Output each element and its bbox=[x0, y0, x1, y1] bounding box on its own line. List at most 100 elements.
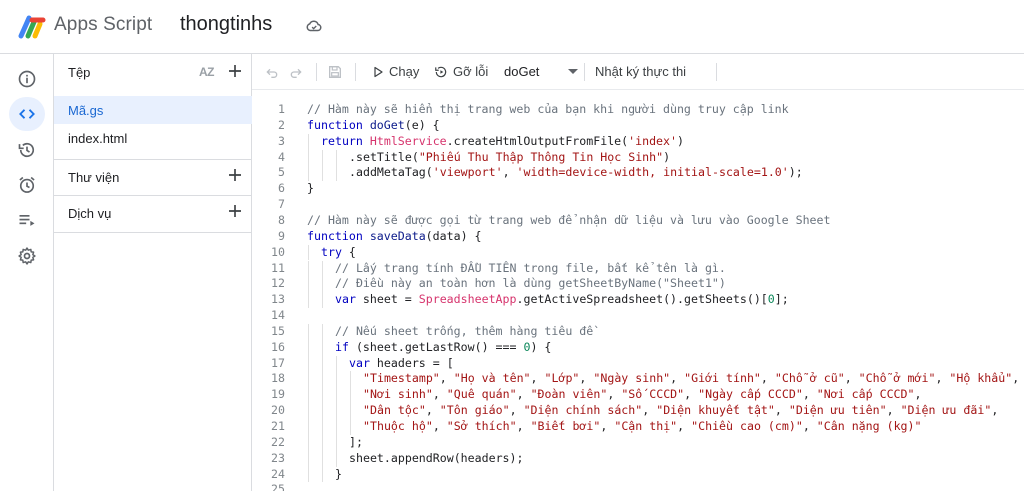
indent-guide bbox=[322, 371, 323, 388]
code-token: "Diện chính sách" bbox=[523, 403, 643, 418]
file-item-ma-gs[interactable]: Mã.gs bbox=[54, 96, 252, 124]
code-line[interactable]: 11 // Lấy trang tính ĐẦU TIÊN trong file,… bbox=[252, 260, 1024, 277]
indent-guide bbox=[308, 403, 309, 419]
code-token: 'width=device-width, initial-scale=1.0' bbox=[516, 165, 789, 180]
line-number: 18 bbox=[271, 371, 285, 386]
indent-guide bbox=[322, 292, 323, 309]
add-service-icon[interactable] bbox=[226, 202, 244, 220]
code-token: , bbox=[991, 403, 999, 418]
code-token: .getActiveSpreadsheet().getSheets()[ bbox=[516, 292, 768, 307]
line-code: try { bbox=[321, 245, 356, 261]
toolbar-separator bbox=[355, 63, 356, 81]
rail-overview-button[interactable] bbox=[9, 62, 45, 96]
execution-log-button[interactable]: Nhật ký thực thi bbox=[595, 64, 686, 79]
code-line[interactable]: 7 bbox=[252, 197, 1024, 213]
code-line[interactable]: 14 bbox=[252, 308, 1024, 324]
chevron-down-icon[interactable] bbox=[568, 69, 578, 74]
indent-guide bbox=[308, 276, 309, 293]
code-line[interactable]: 2 function doGet(e) { bbox=[252, 118, 1024, 134]
line-number: 1 bbox=[278, 102, 285, 116]
run-label: Chạy bbox=[389, 64, 420, 79]
sort-az-icon[interactable]: AZ bbox=[199, 65, 215, 79]
line-number: 20 bbox=[271, 403, 285, 418]
code-line[interactable]: 6} bbox=[252, 181, 1024, 197]
line-number: 25 bbox=[271, 482, 285, 491]
debug-button[interactable]: Gỡ lỗi bbox=[434, 64, 488, 79]
line-code: return HtmlService.createHtmlOutputFromF… bbox=[321, 134, 684, 150]
code-line[interactable]: 16 if (sheet.getLastRow() === 0) { bbox=[252, 339, 1024, 356]
indent-guide bbox=[336, 149, 337, 166]
save-icon[interactable] bbox=[327, 64, 343, 80]
code-line[interactable]: 10 try { bbox=[252, 244, 1024, 261]
code-editor[interactable]: 1 // Hàm này sẽ hiển thị trang web của bạ… bbox=[252, 90, 1024, 491]
code-line[interactable]: 18 "Timestamp", "Họ và tên", "Lớp", "Ngày… bbox=[252, 371, 1024, 388]
line-number: 5 bbox=[278, 165, 285, 180]
code-line[interactable]: 13 var sheet = SpreadsheetApp.getActiveSp… bbox=[252, 292, 1024, 309]
code-token: var bbox=[349, 355, 377, 370]
line-code: function doGet(e) { bbox=[307, 118, 440, 134]
rail-triggers-button[interactable] bbox=[9, 168, 45, 202]
rail-history-button[interactable] bbox=[9, 133, 45, 167]
code-token: , bbox=[935, 371, 950, 386]
indent-guide bbox=[308, 419, 309, 435]
rail-editor-button[interactable] bbox=[9, 97, 45, 131]
code-token: ) { bbox=[530, 339, 552, 354]
redo-icon[interactable] bbox=[288, 64, 304, 80]
code-line[interactable]: 17 var headers = [ bbox=[252, 355, 1024, 372]
indent-guide bbox=[336, 419, 337, 435]
line-code: var sheet = SpreadsheetApp.getActiveSpre… bbox=[335, 292, 789, 308]
code-line[interactable]: 25 bbox=[252, 482, 1024, 491]
app-name[interactable]: Apps Script bbox=[54, 14, 152, 36]
add-file-icon[interactable] bbox=[226, 62, 244, 80]
files-header-label: Tệp bbox=[68, 65, 91, 80]
code-line[interactable]: 15 // Nếu sheet trống, thêm hàng tiêu đề bbox=[252, 323, 1024, 340]
code-token: , bbox=[670, 371, 685, 386]
code-line[interactable]: 21 "Thuộc hộ", "Sở thích", "Biết bơi", "C… bbox=[252, 419, 1024, 435]
code-token: "Thuộc hộ" bbox=[363, 419, 433, 433]
code-token: { bbox=[341, 244, 356, 259]
project-name[interactable]: thongtinhs bbox=[180, 13, 272, 36]
add-library-icon[interactable] bbox=[226, 166, 244, 184]
toolbar-separator bbox=[316, 63, 317, 81]
code-token: doGet bbox=[369, 117, 405, 132]
code-token: , bbox=[1012, 371, 1020, 386]
line-code: if (sheet.getLastRow() === 0) { bbox=[335, 340, 551, 356]
rail-settings-button[interactable] bbox=[9, 239, 45, 273]
rail-executions-button[interactable] bbox=[9, 203, 45, 237]
file-item-index-html[interactable]: index.html bbox=[54, 124, 252, 152]
function-select[interactable]: doGet bbox=[504, 64, 539, 79]
code-line[interactable]: 12 // Điều này an toàn hơn là dùng getShe… bbox=[252, 276, 1024, 293]
undo-icon[interactable] bbox=[264, 64, 280, 80]
line-code: sheet.appendRow(headers); bbox=[349, 451, 524, 467]
code-line[interactable]: 1 // Hàm này sẽ hiển thị trang web của bạ… bbox=[252, 102, 1024, 118]
code-token: 'index' bbox=[628, 133, 678, 148]
code-line[interactable]: 9 function saveData(data) { bbox=[252, 229, 1024, 245]
indent-guide bbox=[350, 387, 351, 404]
line-code: "Thuộc hộ", "Sở thích", "Biết bơi", "Cận… bbox=[363, 419, 922, 435]
code-line[interactable]: 24} bbox=[252, 466, 1024, 483]
code-token: sheet = bbox=[362, 292, 419, 307]
code-token: // Điều này an toàn hơn là dùng getSheet… bbox=[335, 276, 726, 291]
indent-guide bbox=[308, 133, 309, 150]
code-line[interactable]: 4 .setTitle("Phiếu Thu Thập Thông Tin Học… bbox=[252, 149, 1024, 166]
code-line[interactable]: 3 return HtmlService.createHtmlOutputFrom… bbox=[252, 133, 1024, 150]
libraries-label: Thư viện bbox=[68, 170, 120, 185]
code-line[interactable]: 20 "Dân tộc", "Tôn giáo", "Diện chính sác… bbox=[252, 403, 1024, 419]
code-line[interactable]: 19 "Nơi sinh", "Quê quán", "Đoàn viên", "… bbox=[252, 387, 1024, 404]
apps-script-logo-icon[interactable] bbox=[18, 14, 46, 40]
code-line[interactable]: 23 sheet.appendRow(headers); bbox=[252, 450, 1024, 467]
code-token: , bbox=[914, 387, 922, 402]
code-line[interactable]: 5 .addMetaTag('viewport', 'width=device-w… bbox=[252, 165, 1024, 182]
code-line[interactable]: 22]; bbox=[252, 434, 1024, 451]
code-line[interactable]: 8 // Hàm này sẽ được gọi từ trang web để … bbox=[252, 213, 1024, 229]
toolbar-separator bbox=[584, 63, 585, 81]
debug-label: Gỡ lỗi bbox=[453, 64, 489, 79]
code-token: "Quê quán" bbox=[446, 387, 517, 402]
run-button[interactable]: Chạy bbox=[372, 64, 419, 79]
indent-guide bbox=[308, 165, 309, 182]
code-token: "Diện ưu tiên" bbox=[788, 403, 887, 418]
gear-icon bbox=[18, 247, 36, 265]
indent-guide bbox=[336, 387, 337, 404]
line-code: "Dân tộc", "Tôn giáo", "Diện chính sách"… bbox=[363, 403, 998, 419]
code-token: try bbox=[321, 244, 342, 259]
